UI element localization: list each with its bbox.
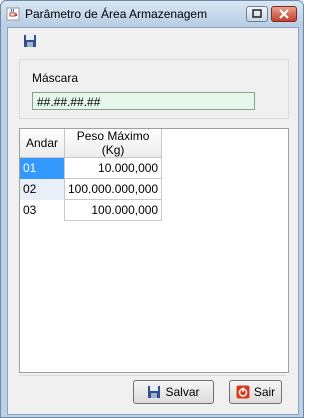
window-title: Parâmetro de Área Armazenagem: [25, 7, 208, 21]
floors-table: Andar Peso Máximo (Kg) 01 10.000,000 02 …: [20, 129, 163, 221]
sair-button[interactable]: Sair: [229, 380, 282, 404]
restore-icon: [252, 9, 262, 18]
table-row[interactable]: 03 100.000,000: [20, 199, 163, 221]
andar-cell[interactable]: 02: [20, 178, 65, 200]
column-header-peso-maximo[interactable]: Peso Máximo (Kg): [64, 129, 163, 158]
sair-label: Sair: [253, 385, 276, 399]
andar-cell[interactable]: 03: [20, 200, 65, 221]
column-header-andar[interactable]: Andar: [20, 129, 65, 158]
window-content: Máscara ##.##.##.## Andar Peso Máximo (K…: [7, 27, 299, 415]
mask-field[interactable]: ##.##.##.##: [32, 92, 255, 110]
power-icon: [236, 385, 250, 399]
andar-cell[interactable]: 01: [20, 157, 65, 179]
save-icon: [148, 386, 161, 398]
window: Parâmetro de Área Armazenagem Máscara ##…: [0, 0, 304, 418]
floors-table-panel: Andar Peso Máximo (Kg) 01 10.000,000 02 …: [19, 128, 289, 373]
mask-label: Máscara: [32, 71, 79, 85]
button-bar: Salvar Sair: [19, 375, 287, 408]
peso-maximo-cell[interactable]: 100.000,000: [63, 199, 163, 221]
restore-button[interactable]: [246, 6, 268, 22]
peso-maximo-cell[interactable]: 100.000.000,000: [63, 178, 163, 200]
table-row[interactable]: 01 10.000,000: [20, 157, 163, 179]
salvar-button[interactable]: Salvar: [133, 380, 214, 404]
title-bar[interactable]: Parâmetro de Área Armazenagem: [1, 1, 303, 27]
mask-panel: Máscara ##.##.##.##: [19, 59, 289, 119]
save-icon[interactable]: [23, 34, 37, 48]
java-cup-icon: [6, 7, 20, 21]
close-icon: [279, 9, 289, 19]
close-button[interactable]: [271, 6, 297, 22]
peso-maximo-cell[interactable]: 10.000,000: [63, 157, 163, 179]
table-row[interactable]: 02 100.000.000,000: [20, 178, 163, 200]
salvar-label: Salvar: [165, 385, 200, 399]
